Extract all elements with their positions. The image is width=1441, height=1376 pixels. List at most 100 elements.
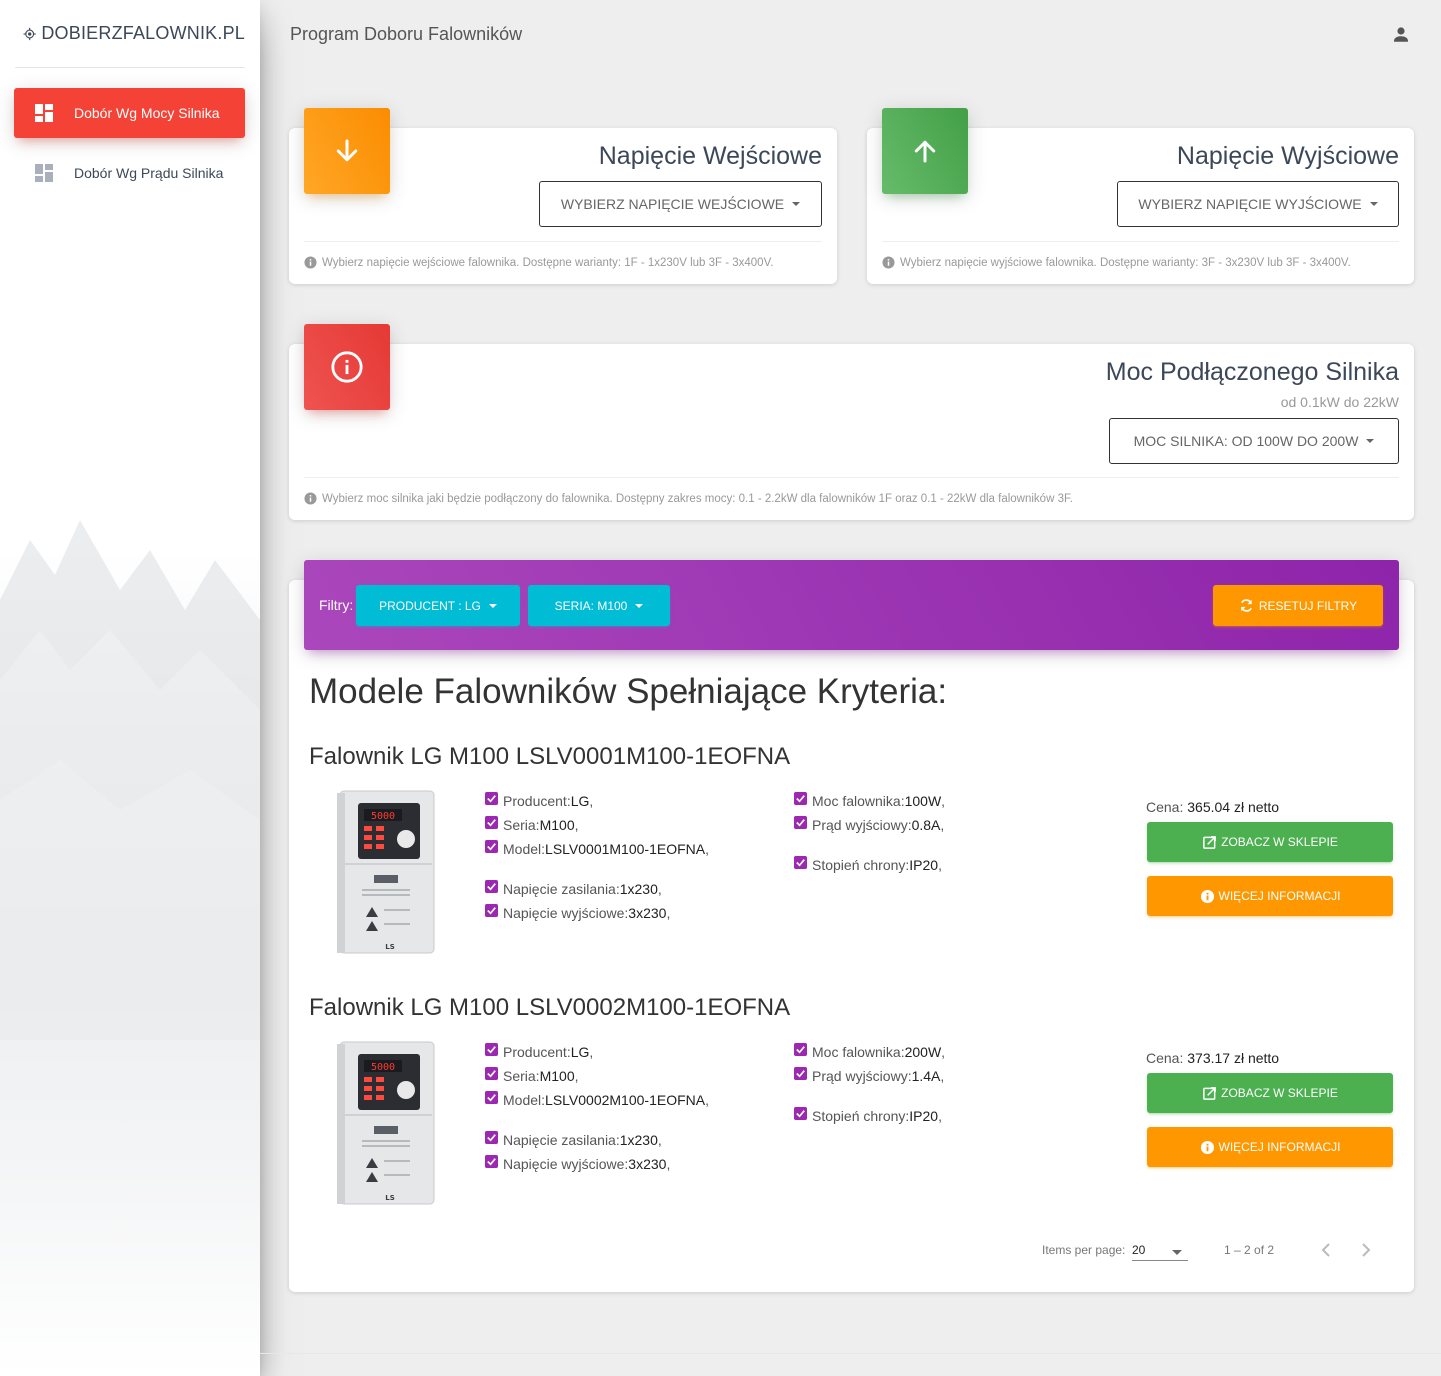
spec-label: Producent:	[503, 1044, 571, 1060]
spec-row: Stopień chrony: IP20,	[794, 853, 945, 877]
input-voltage-dropdown[interactable]: WYBIERZ NAPIĘCIE WEJŚCIOWE	[539, 181, 822, 227]
product-specs-left: Producent: LG, Seria: M100, Model: LSLV00…	[485, 789, 709, 925]
spec-value: IP20	[909, 857, 939, 873]
spec-suffix: ,	[589, 1044, 594, 1060]
motor-power-dropdown-label: MOC SILNIKA: OD 100W DO 200W	[1133, 433, 1359, 449]
svg-text:LS: LS	[385, 1194, 395, 1202]
arrow-down-icon	[336, 139, 358, 162]
spec-suffix: ,	[938, 857, 942, 873]
spec-row: Seria: M100,	[485, 1064, 709, 1088]
view-in-shop-button[interactable]: ZOBACZ W SKLEPIE	[1147, 822, 1393, 862]
more-info-button[interactable]: WIĘCEJ INFORMACJI	[1147, 1127, 1393, 1167]
spec-suffix: ,	[574, 817, 579, 833]
checkbox-checked-icon	[794, 855, 807, 869]
spec-suffix: ,	[941, 793, 946, 809]
spec-suffix: ,	[940, 817, 945, 833]
refresh-icon	[1240, 599, 1252, 612]
spec-value: 1x230	[619, 881, 658, 897]
sidebar-item-power[interactable]: Dobór Wg Mocy Silnika	[14, 88, 245, 138]
person-icon[interactable]	[1389, 22, 1413, 46]
checkbox-checked-icon	[485, 879, 498, 893]
motor-power-dropdown[interactable]: MOC SILNIKA: OD 100W DO 200W	[1109, 418, 1399, 464]
dropdown-arrow-icon	[1172, 1250, 1182, 1255]
spec-row: Napięcie wyjściowe: 3x230,	[485, 1152, 709, 1176]
spec-value: 1x230	[619, 1132, 658, 1148]
spec-row: Moc falownika: 200W,	[794, 1040, 945, 1064]
spec-row: Napięcie wyjściowe: 3x230,	[485, 901, 709, 925]
caret-down-icon	[792, 202, 801, 206]
spec-suffix: ,	[666, 905, 671, 921]
more-info-button[interactable]: WIĘCEJ INFORMACJI	[1147, 876, 1393, 916]
filters-bar: Filtry: PRODUCENT : LG SERIA: M100 RESET…	[304, 560, 1399, 650]
producer-filter-label: PRODUCENT : LG	[379, 598, 481, 613]
spec-label: Seria:	[503, 817, 540, 833]
paginator: Items per page: 20 1 – 2 of 2	[1042, 1235, 1382, 1265]
svg-text:LS: LS	[385, 943, 395, 951]
inverter-product-image: 5000 LS	[337, 1041, 435, 1205]
spec-row: Prąd wyjściowy: 0.8A,	[794, 813, 945, 837]
spec-label: Napięcie wyjściowe:	[503, 1156, 629, 1172]
spec-value: 3x230	[628, 1156, 667, 1172]
more-info-label: WIĘCEJ INFORMACJI	[1218, 1140, 1341, 1154]
output-voltage-title: Napięcie Wyjściowe	[1176, 142, 1399, 170]
spec-value: IP20	[909, 1108, 939, 1124]
output-voltage-dropdown-label: WYBIERZ NAPIĘCIE WYJŚCIOWE	[1138, 196, 1362, 212]
checkbox-checked-icon	[485, 1130, 498, 1144]
price-label: Cena:	[1146, 1050, 1188, 1066]
checkbox-checked-icon	[794, 1106, 807, 1120]
product-specs-right: Moc falownika: 100W, Prąd wyjściowy: 0.8…	[794, 789, 945, 877]
motor-power-title: Moc Podłączonego Silnika	[1105, 358, 1399, 386]
motor-power-hint: Wybierz moc silnika jaki będzie podłączo…	[304, 477, 1399, 505]
spec-suffix: ,	[657, 1132, 662, 1148]
info-icon	[1200, 1140, 1214, 1154]
motor-power-card: Moc Podłączonego Silnika od 0.1kW do 22k…	[289, 324, 1414, 520]
spec-label: Model:	[503, 1092, 546, 1108]
output-voltage-card-icon	[882, 108, 968, 194]
output-voltage-dropdown[interactable]: WYBIERZ NAPIĘCIE WYJŚCIOWE	[1117, 181, 1399, 227]
checkbox-checked-icon	[485, 1066, 498, 1080]
sidebar-background-image	[0, 520, 260, 1040]
spec-row: Model: LSLV0002M100-1EOFNA,	[485, 1088, 709, 1112]
reset-filters-button[interactable]: RESETUJ FILTRY	[1213, 585, 1383, 626]
spec-suffix: ,	[705, 841, 709, 857]
page-range-label: 1 – 2 of 2	[1224, 1243, 1275, 1257]
logo[interactable]: DOBIERZFALOWNIK.PL	[15, 0, 245, 68]
spec-value: M100	[539, 817, 575, 833]
input-voltage-card-icon	[304, 108, 390, 194]
chevron-left-icon[interactable]	[1314, 1238, 1338, 1262]
page-size-select[interactable]: 20	[1132, 1237, 1188, 1261]
series-filter-button[interactable]: SERIA: M100	[528, 585, 670, 626]
view-in-shop-label: ZOBACZ W SKLEPIE	[1221, 1086, 1338, 1100]
product-item: Falownik LG M100 LSLV0002M100-1EOFNA 500…	[309, 994, 1399, 1224]
spec-suffix: ,	[666, 1156, 671, 1172]
spec-label: Stopień chrony:	[812, 1108, 910, 1124]
input-voltage-title: Napięcie Wejściowe	[598, 142, 822, 170]
spec-row: Model: LSLV0001M100-1EOFNA,	[485, 837, 709, 861]
caret-down-icon	[488, 603, 497, 608]
caret-down-icon	[635, 603, 644, 608]
producer-filter-button[interactable]: PRODUCENT : LG	[356, 585, 520, 626]
checkbox-checked-icon	[485, 1090, 498, 1104]
view-in-shop-button[interactable]: ZOBACZ W SKLEPIE	[1147, 1073, 1393, 1113]
info-icon	[882, 256, 895, 269]
spec-row: Napięcie zasilania: 1x230,	[485, 877, 709, 901]
sidebar-item-current[interactable]: Dobór Wg Prądu Silnika	[14, 148, 245, 198]
product-title: Falownik LG M100 LSLV0001M100-1EOFNA	[309, 743, 791, 770]
spec-label: Napięcie wyjściowe:	[503, 905, 629, 921]
spec-row: Stopień chrony: IP20,	[794, 1104, 945, 1128]
logo-text: DOBIERZFALOWNIK.PL	[41, 23, 245, 43]
sidebar: DOBIERZFALOWNIK.PL Dobór Wg Mocy Silnika…	[0, 0, 260, 1376]
spec-value: 0.8A	[911, 817, 941, 833]
results-title: Modele Falowników Spełniające Kryteria:	[309, 672, 948, 711]
price-value: 365.04 zł netto	[1187, 799, 1280, 815]
product-specs-right: Moc falownika: 200W, Prąd wyjściowy: 1.4…	[794, 1040, 945, 1128]
product-specs-left: Producent: LG, Seria: M100, Model: LSLV00…	[485, 1040, 709, 1176]
spec-value: 3x230	[628, 905, 667, 921]
spec-value: 200W	[904, 1044, 942, 1060]
product-title: Falownik LG M100 LSLV0002M100-1EOFNA	[309, 994, 791, 1021]
open-in-new-icon	[1203, 835, 1217, 849]
page-title[interactable]: Program Doboru Falowników	[290, 24, 522, 45]
info-icon	[304, 492, 317, 505]
chevron-right-icon[interactable]	[1354, 1238, 1378, 1262]
input-voltage-hint: Wybierz napięcie wejściowe falownika. Do…	[304, 241, 822, 269]
